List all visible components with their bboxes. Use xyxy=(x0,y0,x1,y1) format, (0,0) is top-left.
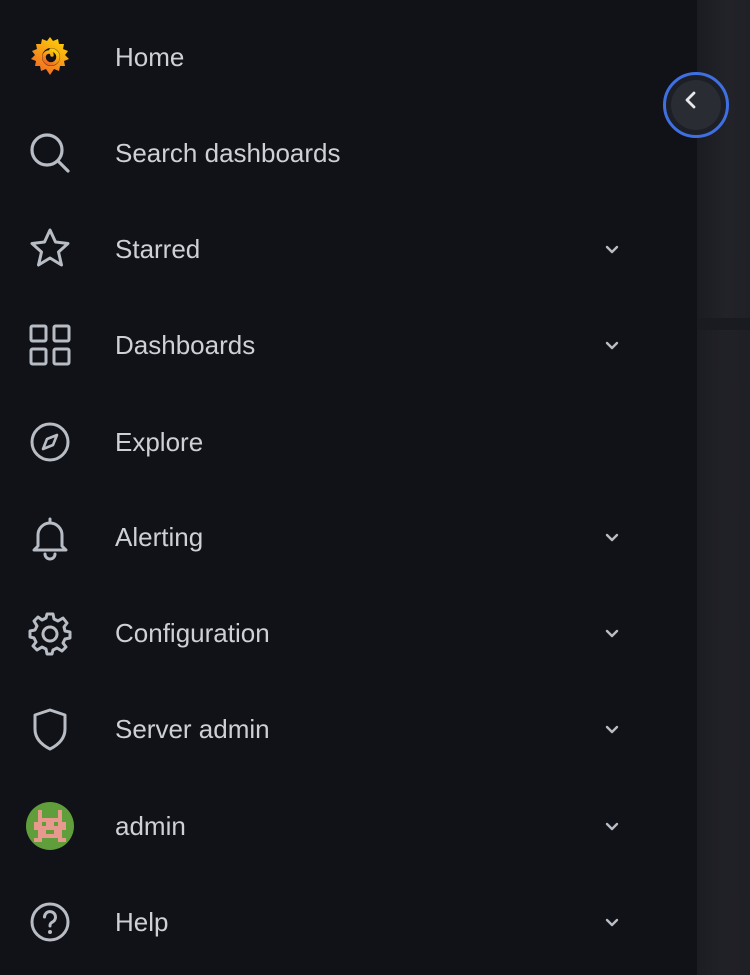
star-icon xyxy=(26,225,74,273)
nav-item-server-admin[interactable]: Server admin xyxy=(0,681,660,777)
avatar xyxy=(26,802,74,850)
apps-grid-icon xyxy=(26,321,74,369)
question-circle-icon xyxy=(26,898,74,946)
nav-item-label: Home xyxy=(115,42,185,72)
grafana-logo-icon xyxy=(26,33,74,81)
chevron-down-icon[interactable] xyxy=(600,910,624,934)
compass-icon xyxy=(26,418,74,466)
nav-item-help[interactable]: Help xyxy=(0,874,660,970)
nav-item-label: Help xyxy=(115,907,169,937)
nav-item-label: Server admin xyxy=(115,714,270,744)
gear-icon xyxy=(26,609,74,657)
nav-item-search-dashboards[interactable]: Search dashboards xyxy=(0,105,660,201)
nav-item-label: Starred xyxy=(115,234,201,264)
search-icon xyxy=(26,129,74,177)
nav-item-label: Search dashboards xyxy=(115,138,341,168)
chevron-down-icon[interactable] xyxy=(600,717,624,741)
nav-item-profile[interactable]: admin xyxy=(0,778,660,874)
nav-item-configuration[interactable]: Configuration xyxy=(0,585,660,681)
chevron-down-icon[interactable] xyxy=(600,814,624,838)
nav-item-label: Explore xyxy=(115,427,204,457)
bell-icon xyxy=(26,513,74,561)
nav-item-label: Dashboards xyxy=(115,330,256,360)
nav-item-explore[interactable]: Explore xyxy=(0,394,660,490)
collapse-menu-button[interactable] xyxy=(663,72,729,138)
nav-item-label: admin xyxy=(115,811,186,841)
nav-item-dashboards[interactable]: Dashboards xyxy=(0,297,660,393)
nav-item-starred[interactable]: Starred xyxy=(0,201,660,297)
nav-item-label: Configuration xyxy=(115,618,270,648)
nav-item-label: Alerting xyxy=(115,522,204,552)
shield-icon xyxy=(26,705,74,753)
side-menu: Home Search dashboards Starred Dashboard… xyxy=(0,0,697,975)
chevron-down-icon[interactable] xyxy=(600,237,624,261)
app-window: Home Search dashboards Starred Dashboard… xyxy=(0,0,750,975)
nav-item-home[interactable]: Home xyxy=(0,9,660,105)
chevron-down-icon[interactable] xyxy=(600,525,624,549)
nav-item-alerting[interactable]: Alerting xyxy=(0,489,660,585)
chevron-down-icon[interactable] xyxy=(600,333,624,357)
chevron-left-icon xyxy=(685,91,696,109)
chevron-down-icon[interactable] xyxy=(600,621,624,645)
main-topbar xyxy=(697,0,750,330)
